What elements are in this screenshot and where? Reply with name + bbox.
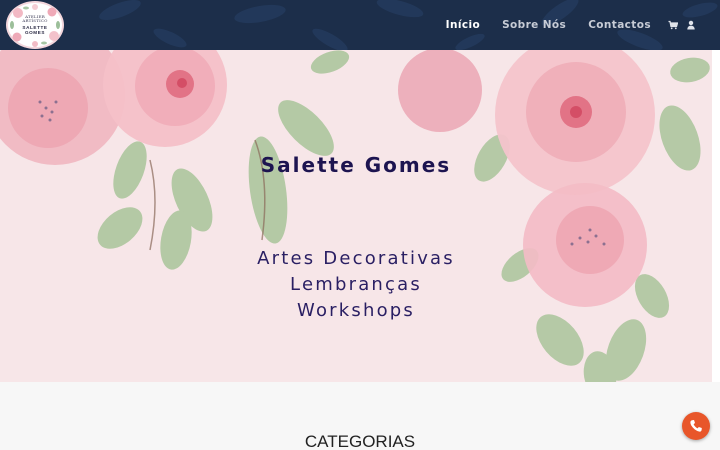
site-logo[interactable]: ATELIER ARTÍSTICO SALETTE GOMES xyxy=(8,3,62,47)
watercolor-roses-illustration xyxy=(0,50,710,382)
hero-line-artes-decorativas: Artes Decorativas xyxy=(257,248,455,269)
phone-icon xyxy=(690,420,702,432)
user-icon[interactable] xyxy=(686,20,696,30)
hero-line-lembrancas: Lembranças xyxy=(290,274,422,295)
call-button[interactable] xyxy=(682,412,710,440)
hero-banner: Salette Gomes Artes Decorativas Lembranç… xyxy=(0,50,712,382)
site-header: ATELIER ARTÍSTICO SALETTE GOMES Início S… xyxy=(0,0,720,50)
logo-surname: GOMES xyxy=(24,30,46,35)
logo-subtitle-line2: ARTÍSTICO xyxy=(22,18,48,23)
hero-services-list: Artes Decorativas Lembranças Workshops xyxy=(0,246,712,324)
nav-link-sobre-nos[interactable]: Sobre Nós xyxy=(502,19,566,31)
hero-title: Salette Gomes xyxy=(260,153,452,177)
categories-heading: CATEGORIAS xyxy=(304,432,416,450)
shopping-cart-icon[interactable] xyxy=(668,20,678,30)
nav-link-inicio[interactable]: Início xyxy=(446,19,480,31)
nav-link-contactos[interactable]: Contactos xyxy=(588,19,651,31)
hero-line-workshops: Workshops xyxy=(297,300,415,321)
scrollbar-track[interactable] xyxy=(712,50,720,382)
main-nav: Início Sobre Nós Contactos xyxy=(424,0,696,50)
